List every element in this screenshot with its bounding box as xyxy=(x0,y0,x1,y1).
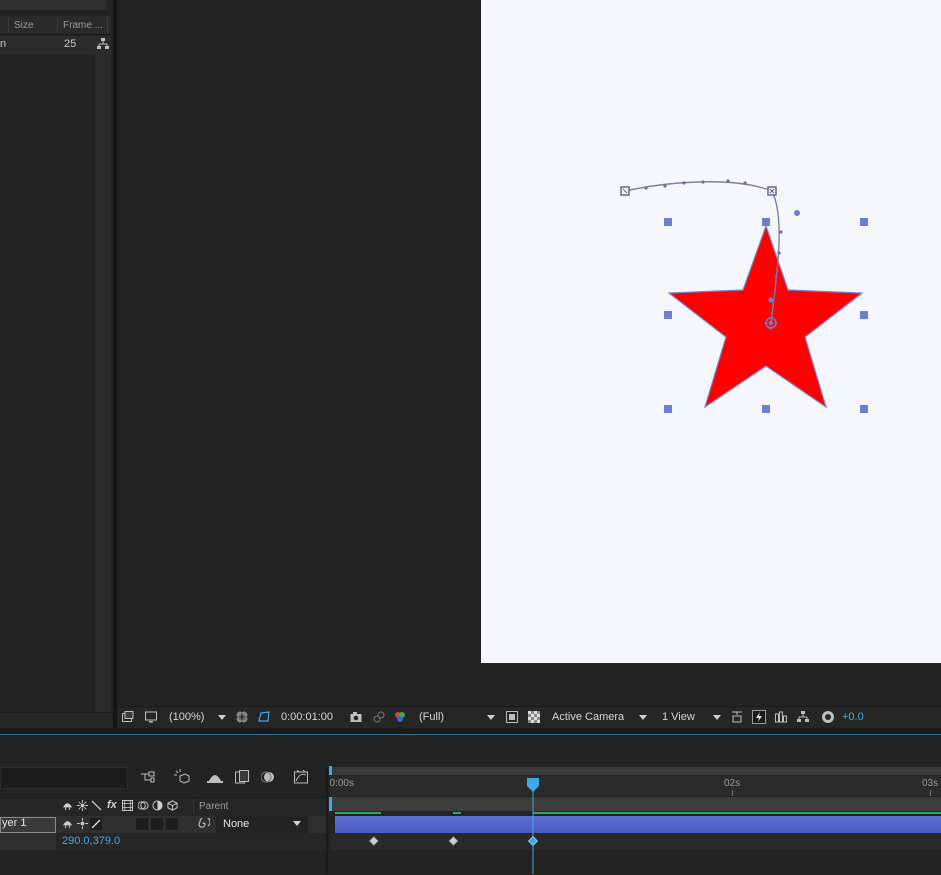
parent-column-header[interactable]: Parent xyxy=(199,801,228,812)
column-divider xyxy=(193,799,194,813)
magnification-dropdown[interactable]: (100%) xyxy=(169,711,204,723)
current-time-display[interactable]: 0:00:01:00 xyxy=(281,711,333,723)
layer-columns-header xyxy=(0,797,326,817)
chevron-down-icon[interactable] xyxy=(487,715,495,720)
resolution-dropdown[interactable]: (Full) xyxy=(419,711,444,723)
draft-3d-toggle-icon[interactable] xyxy=(174,769,190,785)
collapse-column-icon[interactable] xyxy=(77,800,88,811)
keyframe-diamond[interactable] xyxy=(368,835,379,847)
graph-editor-icon[interactable] xyxy=(294,770,308,784)
layer-name[interactable]: yer 1 xyxy=(2,817,26,829)
column-frame-header[interactable]: Frame ... xyxy=(63,20,103,31)
switch-box[interactable] xyxy=(136,818,148,830)
bezier-handle[interactable] xyxy=(768,297,774,303)
pixel-aspect-icon[interactable] xyxy=(731,711,743,723)
chevron-down-icon[interactable] xyxy=(218,715,226,720)
project-row-name: n xyxy=(0,38,7,50)
current-time-indicator[interactable] xyxy=(527,778,539,792)
shy-layers-icon[interactable] xyxy=(207,771,223,783)
keyframe-track xyxy=(368,778,539,874)
active-camera-dropdown[interactable]: Active Camera xyxy=(552,711,624,723)
timeline-search-input[interactable] xyxy=(0,767,128,789)
exposure-reset-icon[interactable] xyxy=(821,710,835,724)
path-keyframe[interactable] xyxy=(620,186,630,196)
motion-blur-column-icon[interactable] xyxy=(138,800,149,811)
project-panel: Size Frame ... n 25 xyxy=(0,0,113,729)
quality-column-icon[interactable] xyxy=(91,800,102,811)
chevron-down-icon[interactable] xyxy=(293,821,301,826)
star-shape-layer[interactable] xyxy=(667,224,864,409)
frame-blend-column-icon[interactable] xyxy=(122,800,133,811)
chevron-down-icon[interactable] xyxy=(639,715,647,720)
monitor-icon[interactable] xyxy=(145,711,157,723)
composition-overlay xyxy=(620,179,868,413)
keyframe-diamond[interactable] xyxy=(527,835,539,847)
position-property-value[interactable]: 290.0,379.0 xyxy=(62,835,120,847)
camera-snapshot-icon[interactable] xyxy=(350,711,362,723)
keyframe-diamond[interactable] xyxy=(448,835,459,847)
3d-layer-column-icon[interactable] xyxy=(167,800,178,811)
view-layout-dropdown[interactable]: 1 View xyxy=(662,711,695,723)
column-divider xyxy=(57,17,58,33)
flowchart-icon[interactable] xyxy=(97,38,109,50)
effects-column-icon[interactable]: fx xyxy=(107,799,117,811)
property-row-indent xyxy=(0,833,56,850)
project-top-strip xyxy=(0,0,107,10)
quality-switch-icon[interactable] xyxy=(90,818,102,830)
timeline-icon[interactable] xyxy=(775,711,787,723)
motion-blur-icon[interactable] xyxy=(261,770,275,784)
project-scrollbar[interactable] xyxy=(95,54,111,712)
column-divider xyxy=(107,17,108,33)
always-preview-icon[interactable] xyxy=(122,711,134,723)
chevron-down-icon[interactable] xyxy=(713,715,721,720)
time-navigator-start[interactable] xyxy=(329,766,332,775)
draft-3d-icon[interactable] xyxy=(752,710,766,724)
exposure-value[interactable]: +0.0 xyxy=(842,711,864,723)
composition-mini-flowchart-icon[interactable] xyxy=(141,771,155,783)
column-size-header[interactable]: Size xyxy=(14,20,33,31)
project-row[interactable] xyxy=(0,36,111,54)
fast-previews-icon[interactable] xyxy=(506,711,518,723)
channel-rgb-icon[interactable] xyxy=(394,711,406,723)
time-navigator[interactable] xyxy=(330,767,941,775)
flowchart-icon[interactable] xyxy=(797,711,809,723)
transparency-grid-icon[interactable] xyxy=(528,711,540,723)
path-keyframe[interactable] xyxy=(767,186,777,196)
mask-visibility-icon[interactable] xyxy=(258,711,270,723)
switch-box[interactable] xyxy=(151,818,163,830)
collapse-switch-icon[interactable] xyxy=(77,818,88,829)
switch-box[interactable] xyxy=(166,818,178,830)
region-of-interest-icon[interactable] xyxy=(236,711,248,723)
project-bottom-bar xyxy=(0,712,113,729)
frame-blending-icon[interactable] xyxy=(235,770,249,784)
adjustment-layer-column-icon[interactable] xyxy=(152,800,163,811)
project-row-frame-rate: 25 xyxy=(64,38,77,50)
shy-column-icon[interactable] xyxy=(62,800,73,811)
column-divider xyxy=(8,17,9,33)
shy-switch-icon[interactable] xyxy=(62,818,73,829)
show-snapshot-icon[interactable] xyxy=(373,711,385,723)
parent-dropdown-value: None xyxy=(223,818,250,830)
pick-whip-icon[interactable] xyxy=(198,818,210,830)
bezier-handle[interactable] xyxy=(794,210,800,216)
